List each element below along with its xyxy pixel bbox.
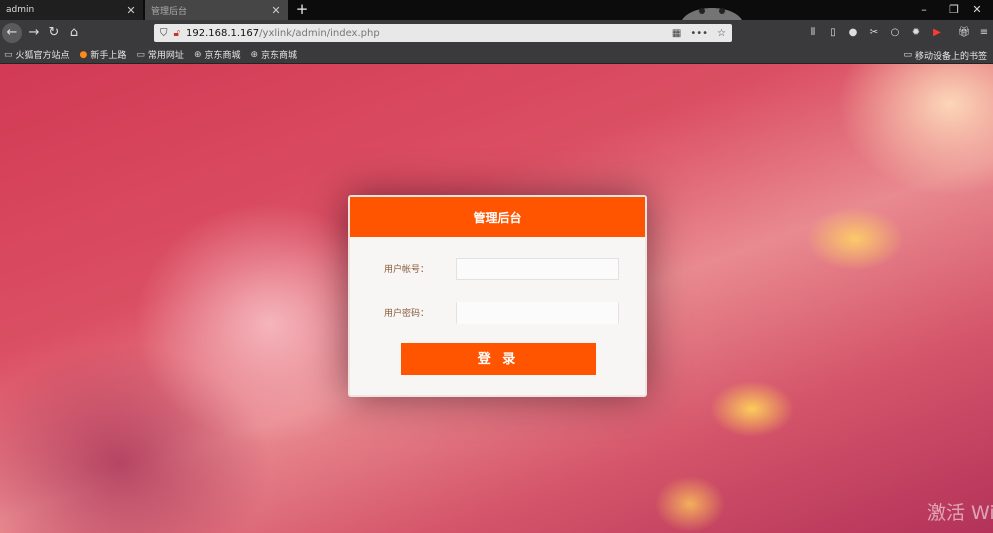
folder-icon: ▭ [136,49,145,60]
forward-icon[interactable]: → [24,23,44,43]
bookmark-item[interactable]: ● 新手上路 [79,48,127,62]
tab-strip: admin ✕ 管理后台 ✕ + – ❐ ✕ [0,0,993,20]
menu-icon[interactable]: ≡ [977,26,991,40]
username-input[interactable] [456,258,619,280]
globe-icon: ⊕ [193,49,202,60]
close-icon[interactable]: ✕ [270,4,282,17]
activation-watermark: 激活 Windows [927,502,993,524]
username-row: 用户帐号： [350,258,645,280]
bookmark-item[interactable]: ▭ 火狐官方站点 [4,48,70,62]
navigation-bar: ← → ↻ ⌂ ⛉ 🔓︎ 192.168.1.167/yxlink/admin/… [0,20,993,46]
login-panel: 管理后台 用户帐号： 用户密码： 登 录 [348,195,647,397]
back-icon[interactable]: ← [2,23,22,43]
sidebar-icon[interactable]: ▯ [826,26,840,40]
password-input[interactable] [456,302,619,324]
tab-manage[interactable]: 管理后台 ✕ [145,0,288,20]
mobile-bookmarks[interactable]: ▭ 移动设备上的书签 [903,46,987,64]
bookmark-item[interactable]: ▭ 常用网址 [136,48,184,62]
bookmarks-bar: ▭ 火狐官方站点 ● 新手上路 ▭ 常用网址 ⊕ 京东商城 ⊕ 京东商城 ▭ 移… [0,46,993,64]
username-label: 用户帐号： [384,265,430,275]
insecure-lock-icon[interactable]: 🔓︎ [174,28,180,39]
firefox-icon: ● [79,49,88,60]
more-actions-icon[interactable]: ••• [690,28,708,39]
folder-icon: ▭ [903,50,912,60]
address-bar[interactable]: ⛉ 🔓︎ 192.168.1.167/yxlink/admin/index.ph… [154,24,732,42]
screenshot-icon[interactable]: ✂ [867,26,881,40]
password-row: 用户密码： [350,302,645,324]
login-button[interactable]: 登 录 [401,343,596,375]
page-background: 管理后台 用户帐号： 用户密码： 登 录 激活 Windows [0,64,993,533]
bookmark-star-icon[interactable]: ☆ [717,28,726,39]
shield-icon[interactable]: ⛉ [160,28,168,39]
home-icon[interactable]: ⌂ [64,23,84,43]
theme-icon[interactable]: ✹ [909,26,923,40]
qrcode-icon[interactable]: ▦ [672,28,681,39]
url-host: 192.168.1.167 [185,27,260,39]
login-title: 管理后台 [350,197,645,237]
url-path: /yxlink/admin/index.php [259,27,380,39]
gift-icon[interactable]: 🎁︎ [957,26,971,40]
close-icon[interactable]: ✕ [125,4,137,17]
password-label: 用户密码： [384,309,430,319]
bookmark-item[interactable]: ⊕ 京东商城 [193,48,241,62]
reload-icon[interactable]: ↻ [44,23,64,43]
window-close-icon[interactable]: ✕ [961,0,993,20]
bookmark-item[interactable]: ⊕ 京东商城 [250,48,298,62]
video-icon[interactable]: ▶ [930,26,944,40]
folder-icon: ▭ [4,49,13,60]
minimize-icon[interactable]: – [908,0,940,20]
decoration-icon [682,8,742,20]
extension-icon[interactable]: ○ [888,26,902,40]
new-tab-icon[interactable]: + [292,0,312,20]
tab-title: 管理后台 [151,6,188,17]
globe-icon: ⊕ [250,49,259,60]
account-icon[interactable]: ● [846,26,860,40]
tab-admin[interactable]: admin ✕ [0,0,143,20]
library-icon[interactable]: ⫴ [806,26,820,40]
tab-title: admin [6,5,35,15]
